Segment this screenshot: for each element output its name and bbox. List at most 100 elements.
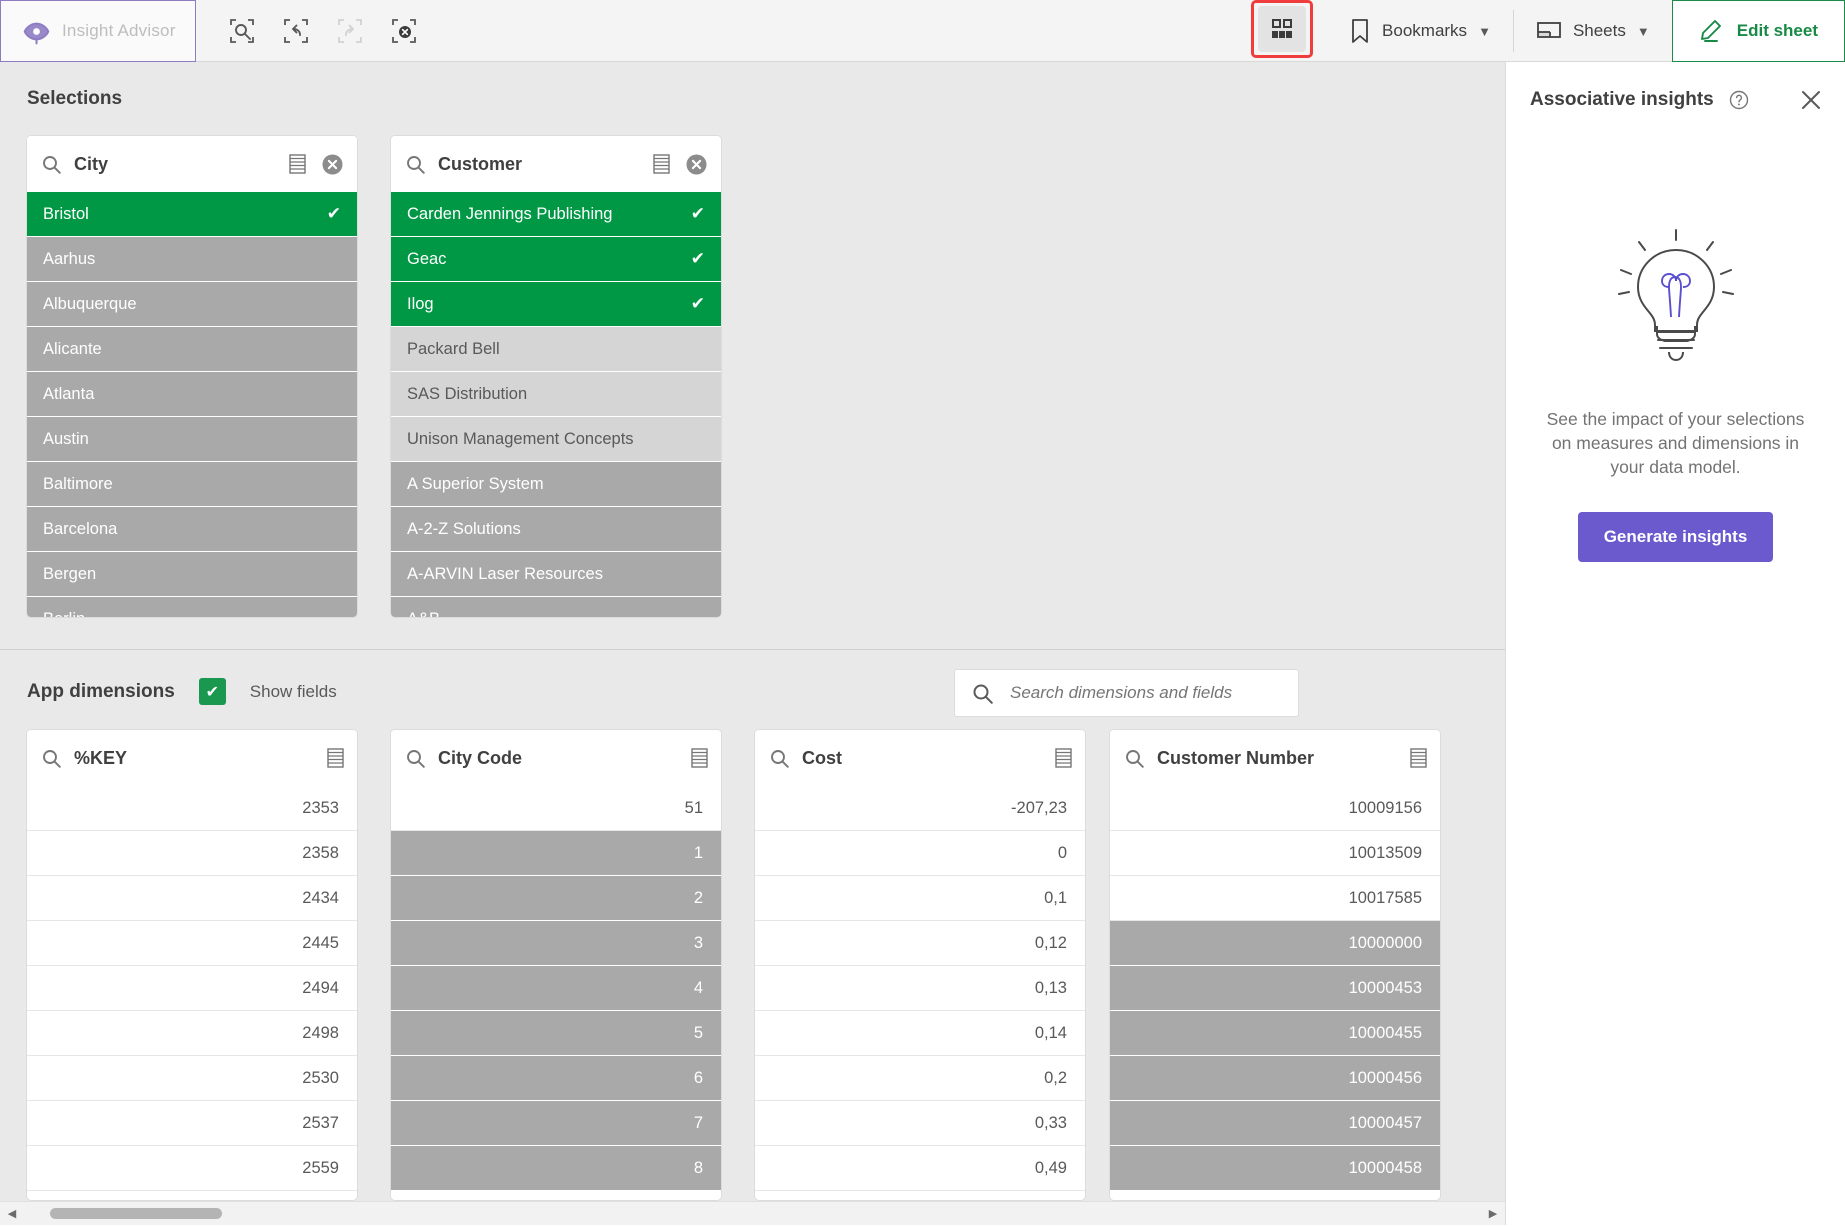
listbox-row[interactable]: 2445 <box>27 921 357 966</box>
search-icon[interactable] <box>41 154 62 175</box>
show-fields-checkbox[interactable]: ✔ <box>198 678 226 705</box>
listbox-row[interactable]: 7 <box>391 1101 721 1146</box>
bookmarks-menu[interactable]: Bookmarks ▼ <box>1327 0 1513 62</box>
scrollbar-thumb[interactable] <box>50 1207 222 1219</box>
list-view-icon[interactable] <box>652 153 671 175</box>
listbox-row[interactable]: Geac ✔ <box>391 237 721 282</box>
listbox-row[interactable]: 10017585 <box>1110 876 1440 921</box>
help-icon[interactable] <box>1728 89 1750 111</box>
horizontal-scrollbar[interactable]: ◀ ▶ <box>0 1201 1505 1225</box>
edit-sheet-label: Edit sheet <box>1736 21 1818 40</box>
listbox-row[interactable]: 10013509 <box>1110 831 1440 876</box>
listbox-row[interactable]: 2494 <box>27 966 357 1011</box>
listbox-row[interactable]: Unison Management Concepts <box>391 417 721 462</box>
listbox-row[interactable]: Atlanta <box>27 372 357 417</box>
generate-insights-button[interactable]: Generate insights <box>1577 511 1774 562</box>
listbox-row[interactable]: Berlin <box>27 597 357 617</box>
search-icon[interactable] <box>41 748 62 769</box>
listbox-row[interactable]: 0,49 <box>755 1146 1085 1191</box>
listbox-row[interactable]: Bergen <box>27 552 357 597</box>
close-icon[interactable] <box>1799 88 1823 112</box>
sheets-menu[interactable]: Sheets ▼ <box>1514 0 1672 62</box>
listbox-row[interactable]: Bristol ✔ <box>27 192 357 237</box>
listbox-row[interactable]: Austin <box>27 417 357 462</box>
listbox-row[interactable]: 10000000 <box>1110 921 1440 966</box>
undo-icon[interactable] <box>274 9 318 53</box>
listbox-row[interactable]: A-ARVIN Laser Resources <box>391 552 721 597</box>
listbox-row[interactable]: 2358 <box>27 831 357 876</box>
listbox-row[interactable]: 4 <box>391 966 721 1011</box>
insight-advisor-button[interactable]: Insight Advisor <box>0 0 196 62</box>
main-content: Selections City Bristol ✔ Aarhus Albuquerque… <box>0 62 1505 1225</box>
edit-sheet-button[interactable]: Edit sheet <box>1671 0 1845 62</box>
listbox-row[interactable]: 10000455 <box>1110 1011 1440 1056</box>
listbox-row[interactable]: 0,14 <box>755 1011 1085 1056</box>
list-view-icon[interactable] <box>288 153 307 175</box>
list-view-icon[interactable] <box>326 747 345 769</box>
listbox-row[interactable]: 10009156 <box>1110 786 1440 831</box>
listbox-row[interactable]: 3 <box>391 921 721 966</box>
listbox-row[interactable]: 2559 <box>27 1146 357 1191</box>
listbox-row[interactable]: 5 <box>391 1011 721 1056</box>
listbox-row[interactable]: 2530 <box>27 1056 357 1101</box>
listbox-row[interactable]: Baltimore <box>27 462 357 507</box>
listbox-row[interactable]: Carden Jennings Publishing ✔ <box>391 192 721 237</box>
listbox-row[interactable]: A Superior System <box>391 462 721 507</box>
insight-advisor-icon <box>23 18 50 45</box>
clear-selection-icon[interactable] <box>320 152 345 177</box>
selections-tool-button[interactable] <box>1258 6 1307 52</box>
listbox-row[interactable]: A&B <box>391 597 721 617</box>
listbox-row[interactable]: 10000458 <box>1110 1146 1440 1191</box>
scroll-left-icon[interactable]: ◀ <box>0 1202 24 1226</box>
associative-insights-title: Associative insights <box>1530 89 1714 110</box>
listbox-row[interactable]: Barcelona <box>27 507 357 552</box>
listbox-row[interactable]: 10000456 <box>1110 1056 1440 1101</box>
scroll-right-icon[interactable]: ▶ <box>1481 1202 1505 1226</box>
search-icon[interactable] <box>769 748 790 769</box>
clear-selections-icon[interactable] <box>382 9 426 53</box>
listbox-row[interactable]: 2 <box>391 876 721 921</box>
listbox-row[interactable]: 6 <box>391 1056 721 1101</box>
listbox-row[interactable]: 10000453 <box>1110 966 1440 1011</box>
listbox-row[interactable]: A-2-Z Solutions <box>391 507 721 552</box>
listbox-row-label: Bristol <box>43 204 89 223</box>
listbox-row[interactable]: 0,13 <box>755 966 1085 1011</box>
list-view-icon[interactable] <box>1054 747 1073 769</box>
search-icon[interactable] <box>405 154 426 175</box>
listbox-row[interactable]: Alicante <box>27 327 357 372</box>
listbox-row-label: 2559 <box>302 1158 339 1177</box>
scrollbar-track[interactable] <box>24 1202 1481 1226</box>
listbox-row-label: 10013509 <box>1348 843 1422 862</box>
listbox-row-label: Bergen <box>43 564 97 583</box>
listbox-row[interactable]: 2353 <box>27 786 357 831</box>
listbox-row[interactable]: 2537 <box>27 1101 357 1146</box>
listbox-row[interactable]: 8 <box>391 1146 721 1191</box>
listbox-row[interactable]: 51 <box>391 786 721 831</box>
list-view-icon[interactable] <box>690 747 709 769</box>
listbox-row[interactable]: -207,23 <box>755 786 1085 831</box>
listbox-row[interactable]: Packard Bell <box>391 327 721 372</box>
listbox-row[interactable]: Aarhus <box>27 237 357 282</box>
listbox-rows: 51 1 2 3 4 5 6 7 8 <box>391 786 721 1191</box>
listbox-row[interactable]: 0,2 <box>755 1056 1085 1101</box>
listbox-row[interactable]: 10000457 <box>1110 1101 1440 1146</box>
listbox-row[interactable]: 0,12 <box>755 921 1085 966</box>
clear-selection-icon[interactable] <box>684 152 709 177</box>
listbox-row-label: 10000457 <box>1348 1113 1422 1132</box>
search-icon[interactable] <box>405 748 426 769</box>
sheet-icon <box>1536 20 1562 42</box>
listbox-row[interactable]: Ilog ✔ <box>391 282 721 327</box>
search-icon[interactable] <box>1124 748 1145 769</box>
listbox-row[interactable]: 2498 <box>27 1011 357 1056</box>
listbox-row[interactable]: 2434 <box>27 876 357 921</box>
listbox-row[interactable]: 0,33 <box>755 1101 1085 1146</box>
listbox-row[interactable]: 0,1 <box>755 876 1085 921</box>
smart-search-icon[interactable] <box>220 9 264 53</box>
listbox-row[interactable]: SAS Distribution <box>391 372 721 417</box>
listbox-row[interactable]: 0 <box>755 831 1085 876</box>
list-view-icon[interactable] <box>1409 747 1428 769</box>
dimension-search-box[interactable] <box>954 669 1299 717</box>
listbox-row[interactable]: Albuquerque <box>27 282 357 327</box>
search-input[interactable] <box>1010 683 1282 703</box>
listbox-row[interactable]: 1 <box>391 831 721 876</box>
